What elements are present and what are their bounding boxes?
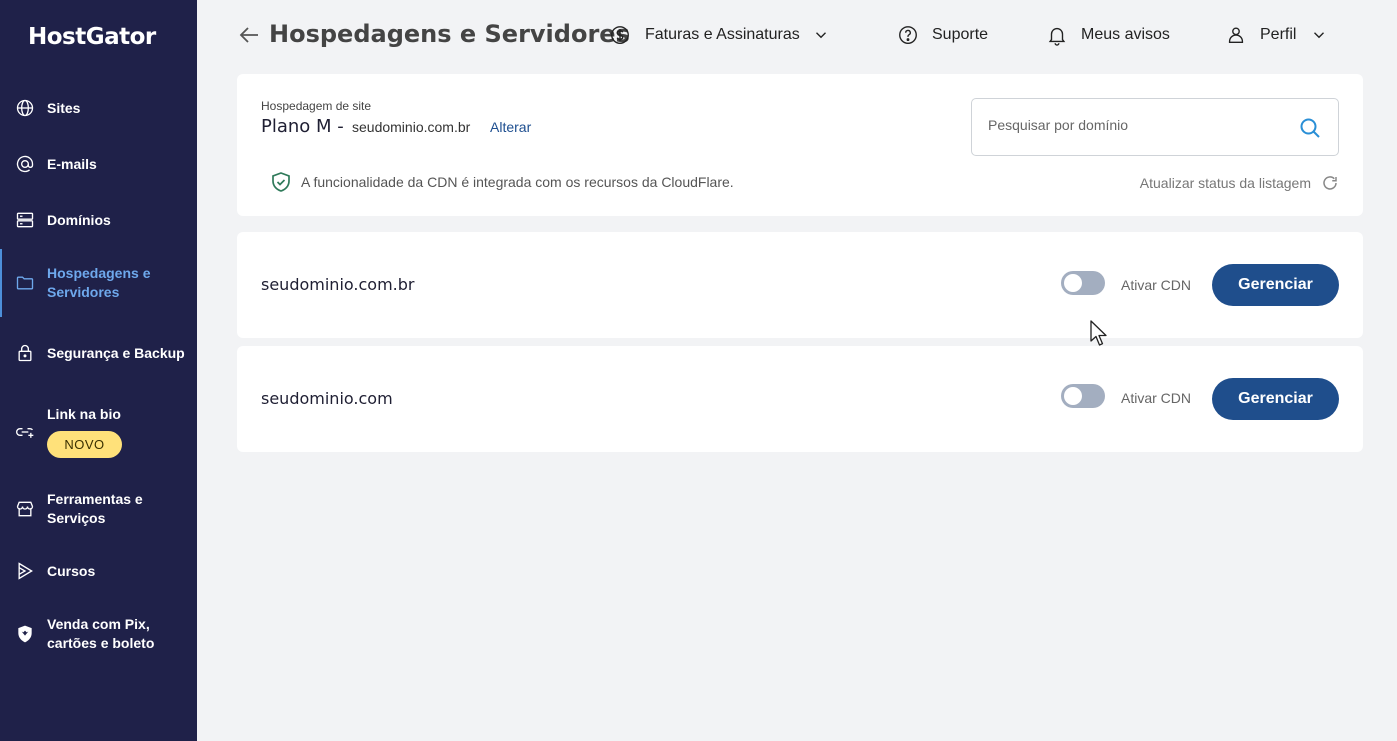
sidebar-item-venda[interactable]: Venda com Pix, cartões e boleto [0,615,197,653]
manage-button[interactable]: Gerenciar [1212,378,1339,420]
sidebar-item-emails[interactable]: E-mails [0,154,197,174]
sidebar-item-label: Sites [47,99,81,116]
plan-domain: seudominio.com.br [352,119,471,135]
sidebar-item-seguranca[interactable]: Segurança e Backup [0,334,197,372]
cdn-toggle-label: Ativar CDN [1121,277,1192,293]
folder-icon [15,273,35,293]
search-icon[interactable] [1298,116,1322,140]
sidebar-item-ferramentas[interactable]: Ferramentas e Serviços [0,490,197,528]
hostgator-logo[interactable]: HostGator [28,24,156,50]
meus-avisos-link[interactable]: Meus avisos [1046,24,1170,46]
sidebar-item-label: Ferramentas e Serviços [47,491,143,526]
plan-card: Hospedagem de site Plano M - seudominio.… [237,74,1363,216]
sidebar-item-label: Venda com Pix, cartões e boleto [47,616,155,651]
shield-check-icon [269,170,301,194]
sidebar-item-label: Link na bio [47,405,121,422]
plan-caption: Hospedagem de site [261,99,372,113]
cdn-note-text: A funcionalidade da CDN é integrada com … [301,174,734,190]
link-plus-icon [15,422,35,442]
change-plan-link[interactable]: Alterar [490,119,531,135]
cdn-toggle-label: Ativar CDN [1121,390,1192,406]
sidebar-item-hospedagens[interactable]: Hospedagens e Servidores [0,249,197,317]
toggle-knob [1064,274,1082,292]
sidebar-item-label: Segurança e Backup [47,344,185,361]
faturas-menu[interactable]: Faturas e Assinaturas [609,24,830,46]
domain-row: seudominio.com.br Ativar CDN Gerenciar [237,232,1363,338]
domain-row: seudominio.com Ativar CDN Gerenciar [237,346,1363,452]
sidebar-item-sites[interactable]: Sites [0,98,197,118]
chevron-down-icon [812,26,830,44]
faturas-label: Faturas e Assinaturas [645,26,800,43]
bell-icon [1046,24,1068,46]
sidebar-item-link-na-bio[interactable]: Link na bio [0,404,197,438]
toggle-knob [1064,387,1082,405]
cdn-toggle[interactable] [1061,271,1105,295]
chevron-down-icon [1310,26,1328,44]
refresh-icon [1311,174,1339,192]
back-arrow-icon[interactable] [238,25,260,45]
suporte-link[interactable]: Suporte [897,24,988,46]
domain-search[interactable] [971,98,1339,156]
at-icon [15,154,35,174]
sidebar-item-cursos[interactable]: Cursos [0,561,197,581]
domain-name: seudominio.com [261,389,393,408]
new-badge: NOVO [47,431,122,458]
shield-bird-icon [15,624,35,644]
sidebar-item-label: E-mails [47,155,97,172]
globe-icon [15,98,35,118]
server-icon [15,210,35,230]
sidebar-item-label: Cursos [47,562,96,579]
user-icon [1225,24,1247,46]
refresh-label: Atualizar status da listagem [1139,175,1311,191]
refresh-status-button[interactable]: Atualizar status da listagem [1140,174,1339,192]
help-circle-icon [897,24,919,46]
page-title: Hospedagens e Servidores [269,20,630,48]
lock-icon [15,343,35,363]
suporte-label: Suporte [932,26,989,43]
plan-name: Plano M - [261,116,344,137]
perfil-label: Perfil [1260,26,1297,43]
cdn-note: A funcionalidade da CDN é integrada com … [269,170,734,194]
store-icon [15,499,35,519]
play-icon [15,561,35,581]
manage-button[interactable]: Gerenciar [1212,264,1339,306]
mouse-cursor-icon [1090,320,1110,348]
meus-avisos-label: Meus avisos [1081,26,1170,43]
dollar-circle-icon [609,24,631,46]
sidebar-item-label: Domínios [47,211,111,228]
cdn-toggle[interactable] [1061,384,1105,408]
sidebar-item-label: Hospedagens e Servidores [47,265,151,300]
search-input[interactable] [988,117,1288,133]
sidebar: HostGator Sites E-mails Domínios Hospeda… [0,0,197,741]
sidebar-item-dominios[interactable]: Domínios [0,210,197,230]
perfil-menu[interactable]: Perfil [1225,24,1328,46]
domain-name: seudominio.com.br [261,275,415,294]
